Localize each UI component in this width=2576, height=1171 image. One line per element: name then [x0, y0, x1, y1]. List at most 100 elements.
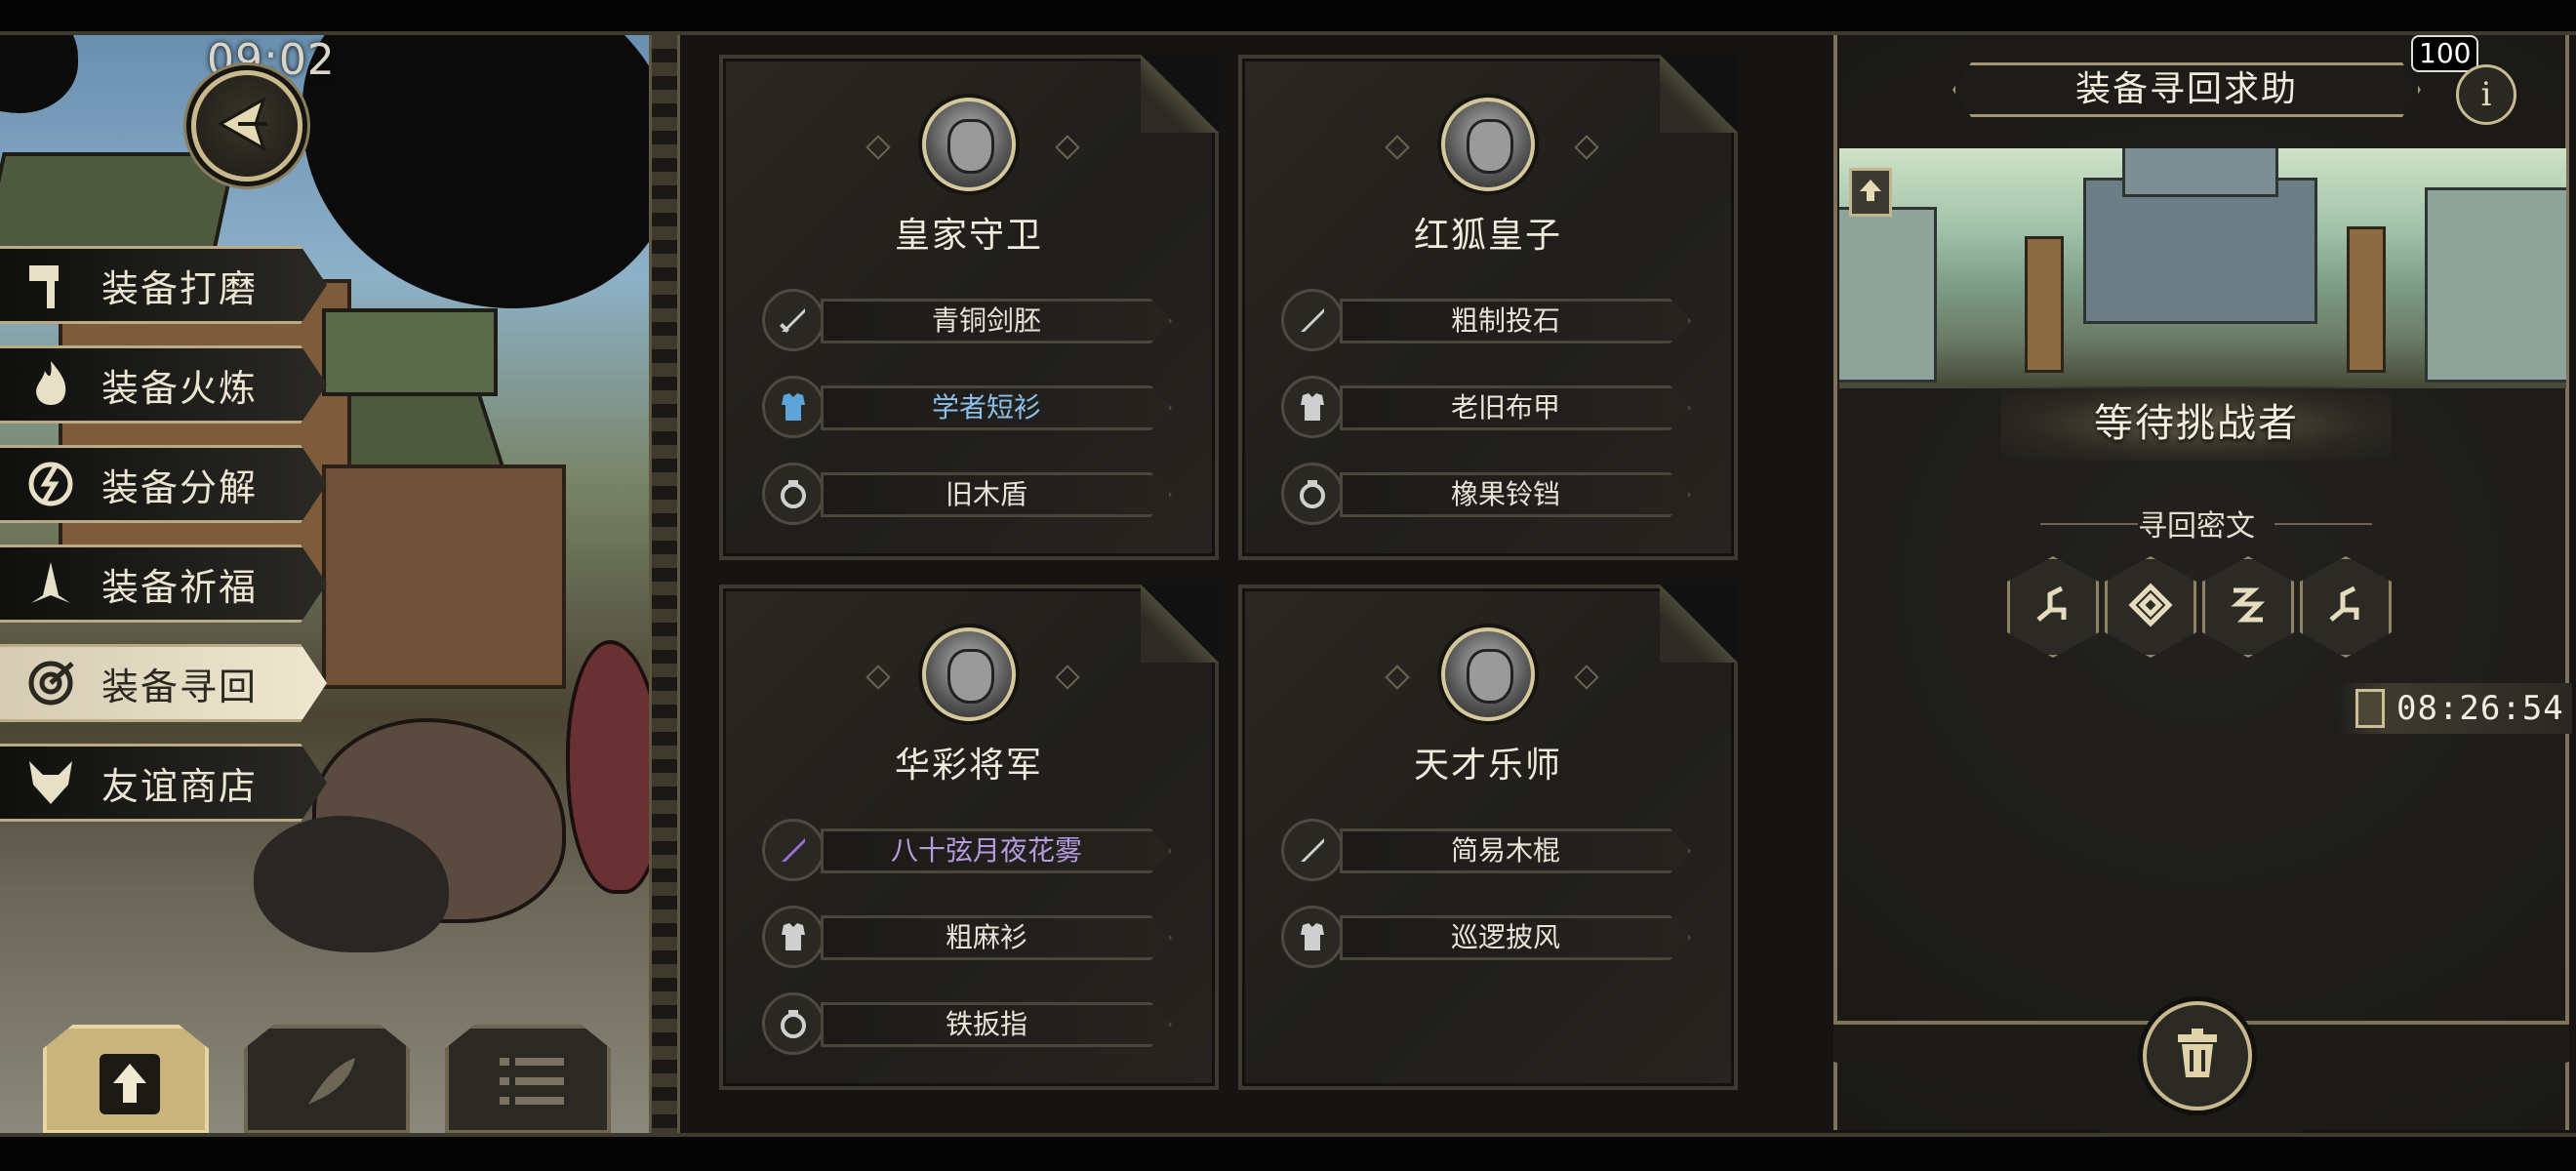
equipment-slot[interactable]: 学者短衫: [762, 376, 1172, 438]
ring-icon: [1281, 463, 1344, 525]
equipment-slot[interactable]: 简易木棍: [1281, 819, 1691, 881]
wolf-prince-portrait: [1441, 98, 1535, 191]
helmeted-general-portrait: [922, 627, 1016, 721]
info-button[interactable]: i: [2456, 64, 2516, 125]
armor-icon: [1281, 376, 1344, 438]
arena-preview: [1839, 148, 2566, 388]
ornament: [865, 665, 891, 690]
request-card[interactable]: 皇家守卫 青铜剑胚 学者短衫 旧木盾: [719, 55, 1219, 560]
item-name: 旧木盾: [945, 478, 1027, 510]
ornament: [1574, 665, 1599, 690]
arena-upload-button[interactable]: [1849, 168, 1892, 217]
armor-icon: [762, 906, 825, 968]
panel-title: 装备寻回求助: [2074, 69, 2298, 109]
info-icon: i: [2480, 75, 2492, 114]
trash-icon: [2168, 1025, 2227, 1087]
character-name: 天才乐师: [1413, 746, 1562, 786]
menu-item-label: 装备火炼: [101, 366, 259, 410]
equipment-slot[interactable]: 旧木盾: [762, 463, 1172, 525]
ring-icon: [762, 463, 825, 525]
hammer-icon: [21, 256, 80, 314]
request-card[interactable]: 华彩将军 八十弦月夜花雾 粗麻衫 铁扳指: [719, 585, 1219, 1090]
sword-icon: [1281, 819, 1344, 881]
ornament: [1055, 665, 1080, 690]
equipment-slot[interactable]: 铁扳指: [762, 992, 1172, 1055]
runes-title: 寻回密文: [2138, 509, 2255, 544]
rune-1-icon: [2029, 581, 2077, 633]
upload-button[interactable]: [43, 1025, 209, 1134]
top-letterbox: [0, 0, 2576, 35]
ring-icon: [762, 992, 825, 1055]
item-name: 橡果铃铛: [1450, 478, 1560, 510]
fox-icon: [21, 753, 80, 812]
prayer-icon: [21, 554, 80, 613]
menu-item-blessing[interactable]: 装备祈福: [0, 545, 327, 623]
upload-icon: [96, 1050, 164, 1122]
energy-counter: 100: [2411, 35, 2479, 72]
list-icon: [500, 1054, 564, 1112]
menu-item-label: 装备祈福: [101, 565, 259, 609]
menu-item-forge[interactable]: 装备火炼: [0, 345, 327, 424]
bottom-letterbox: [0, 1133, 2576, 1171]
menu-item-disassemble[interactable]: 装备分解: [0, 445, 327, 523]
item-name: 粗制投石: [1450, 304, 1560, 337]
card-corner: [1141, 585, 1219, 663]
ornament: [1574, 135, 1599, 160]
card-corner: [1141, 55, 1219, 133]
retrieve-help-panel: 100 装备寻回求助 i 等待挑战者 寻回密文 08:26:54: [1826, 35, 2576, 1157]
character-name: 皇家守卫: [894, 216, 1043, 256]
equipment-slot[interactable]: 老旧布甲: [1281, 376, 1691, 438]
ornament: [865, 135, 891, 160]
delete-request-button[interactable]: [2143, 1001, 2252, 1110]
side-menu: 装备打磨 装备火炼 装备分解 装备祈福 装备寻回 友谊商店: [0, 246, 332, 843]
item-name: 青铜剑胚: [931, 304, 1041, 337]
up-arrow-icon: [1856, 176, 1885, 209]
menu-item-retrieve[interactable]: 装备寻回: [0, 644, 327, 722]
equipment-slot[interactable]: 橡果铃铛: [1281, 463, 1691, 525]
timer-value: 08:26:54: [2396, 689, 2564, 728]
countdown-timer: 08:26:54: [2338, 683, 2572, 734]
menu-item-friend-shop[interactable]: 友谊商店: [0, 744, 327, 822]
item-name: 粗麻衫: [945, 921, 1027, 953]
character-name: 红狐皇子: [1413, 216, 1562, 256]
ornament: [1385, 135, 1410, 160]
back-button[interactable]: [191, 70, 302, 182]
sword-icon: [1281, 289, 1344, 351]
ornament: [1385, 665, 1410, 690]
rune-3-icon: [2224, 581, 2273, 633]
card-corner: [1660, 55, 1738, 133]
request-card[interactable]: 天才乐师 简易木棍 巡逻披风: [1238, 585, 1738, 1090]
menu-item-polish[interactable]: 装备打磨: [0, 246, 327, 324]
divider-pillar: [649, 35, 680, 1133]
equipment-slot[interactable]: 八十弦月夜花雾: [762, 819, 1172, 881]
menu-item-label: 友谊商店: [101, 764, 259, 808]
armored-knight-portrait: [922, 98, 1016, 191]
item-name: 八十弦月夜花雾: [890, 834, 1082, 867]
request-card[interactable]: 红狐皇子 粗制投石 老旧布甲 橡果铃铛: [1238, 55, 1738, 560]
item-name: 老旧布甲: [1450, 391, 1560, 424]
item-name: 巡逻披风: [1450, 921, 1560, 953]
disassemble-icon: [21, 455, 80, 513]
item-name: 铁扳指: [945, 1008, 1027, 1040]
flame-icon: [21, 355, 80, 414]
equipment-slot[interactable]: 巡逻披风: [1281, 906, 1691, 968]
menu-item-label: 装备打磨: [101, 266, 259, 310]
card-corner: [1660, 585, 1738, 663]
character-name: 华彩将军: [894, 746, 1043, 786]
quill-button[interactable]: [244, 1025, 410, 1134]
armor-icon: [1281, 906, 1344, 968]
item-name: 学者短衫: [931, 391, 1041, 424]
list-button[interactable]: [445, 1025, 611, 1134]
equipment-slot[interactable]: 粗制投石: [1281, 289, 1691, 351]
equipment-slot[interactable]: 青铜剑胚: [762, 289, 1172, 351]
quill-icon: [302, 1052, 361, 1114]
rune-2-icon: [2126, 581, 2175, 633]
ornament: [1055, 135, 1080, 160]
menu-item-label: 装备分解: [101, 465, 259, 509]
hourglass-icon: [2355, 689, 2385, 728]
sword-icon: [762, 819, 825, 881]
status-text: 等待挑战者: [2094, 401, 2299, 446]
equipment-slot[interactable]: 粗麻衫: [762, 906, 1172, 968]
menu-item-label: 装备寻回: [101, 665, 259, 708]
target-icon: [21, 654, 80, 712]
